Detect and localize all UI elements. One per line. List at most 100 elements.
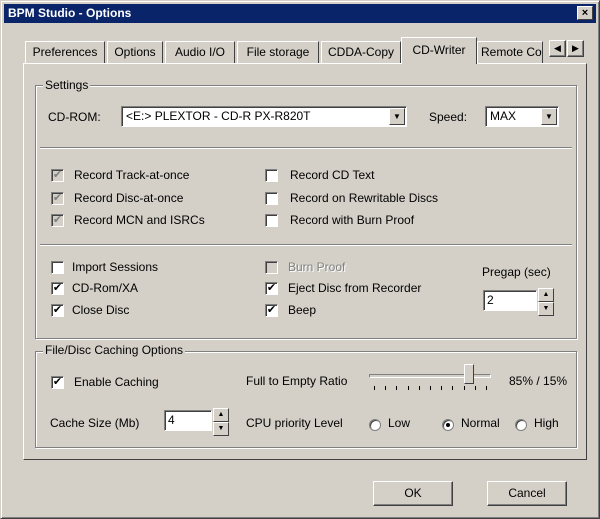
caching-group: [35, 351, 577, 448]
ratio-label: Full to Empty Ratio: [246, 374, 348, 388]
tab-preferences[interactable]: Preferences: [25, 41, 105, 63]
separator: [40, 147, 572, 149]
chevron-down-icon[interactable]: ▼: [541, 108, 557, 125]
record-rewritable-checkbox[interactable]: [265, 192, 278, 205]
burn-proof-checkbox: [265, 261, 278, 274]
enable-caching-checkbox[interactable]: ✔: [51, 376, 64, 389]
record-disc-at-once-label: Record Disc-at-once: [74, 191, 184, 205]
arrow-right-icon: ▶: [572, 43, 579, 53]
cd-writer-panel: Settings CD-ROM: <E:> PLEXTOR - CD-R PX-…: [23, 63, 587, 460]
speed-label: Speed:: [429, 110, 468, 124]
tab-scroll-right-button[interactable]: ▶: [567, 40, 584, 57]
speed-value: MAX: [490, 109, 517, 123]
slider-tick: [441, 386, 442, 390]
spin-down-icon[interactable]: ▼: [538, 302, 554, 316]
check-icon: ✔: [52, 304, 63, 316]
slider-thumb[interactable]: [464, 364, 474, 384]
title-bar: BPM Studio - Options ×: [4, 4, 596, 23]
enable-caching-label: Enable Caching: [74, 375, 159, 389]
settings-group-label: Settings: [43, 78, 91, 92]
slider-tick: [385, 386, 386, 390]
ok-button[interactable]: OK: [373, 481, 453, 506]
check-icon: ✔: [52, 282, 63, 294]
close-button[interactable]: ×: [577, 6, 593, 20]
record-burn-proof-checkbox[interactable]: [265, 214, 278, 227]
tab-scroll-left-button[interactable]: ◀: [549, 40, 566, 57]
slider-tick: [396, 386, 397, 390]
cpu-low-radio[interactable]: [369, 419, 381, 431]
check-icon: ✔: [52, 376, 63, 388]
cpu-high-label: High: [534, 416, 559, 430]
record-track-at-once-checkbox[interactable]: ✔: [51, 169, 64, 182]
options-dialog: BPM Studio - Options × Preferences Optio…: [0, 0, 600, 519]
close-icon: ×: [581, 7, 589, 19]
speed-select[interactable]: MAX ▼: [485, 106, 559, 127]
cpu-normal-label: Normal: [461, 416, 500, 430]
slider-tick: [475, 386, 476, 390]
slider-tick: [374, 386, 375, 390]
tab-file-storage[interactable]: File storage: [237, 41, 319, 63]
cd-rom-xa-checkbox[interactable]: ✔: [51, 282, 64, 295]
tab-label: File storage: [246, 45, 310, 59]
slider-tick: [464, 386, 465, 390]
pregap-spinner[interactable]: ▲ ▼: [538, 288, 554, 316]
slider-tick: [408, 386, 409, 390]
pregap-input[interactable]: 2: [483, 290, 537, 311]
cpu-high-radio[interactable]: [515, 419, 527, 431]
tab-options[interactable]: Options: [107, 41, 163, 63]
cancel-button[interactable]: Cancel: [487, 481, 567, 506]
cdrom-value: <E:> PLEXTOR - CD-R PX-R820T: [126, 109, 311, 123]
tab-label: CD-Writer: [412, 43, 466, 57]
cpu-normal-radio[interactable]: [442, 419, 454, 431]
check-icon: ✔: [266, 282, 277, 294]
eject-disc-checkbox[interactable]: ✔: [265, 282, 278, 295]
record-mcn-isrcs-label: Record MCN and ISRCs: [74, 213, 205, 227]
cache-size-spinner[interactable]: ▲ ▼: [213, 408, 229, 436]
slider-tick: [452, 386, 453, 390]
slider-tick: [419, 386, 420, 390]
tab-label: CDDA-Copy: [327, 45, 394, 59]
cache-size-input[interactable]: 4: [164, 410, 212, 431]
check-icon: ✔: [52, 169, 63, 181]
record-cd-text-label: Record CD Text: [290, 168, 375, 182]
record-disc-at-once-checkbox[interactable]: ✔: [51, 192, 64, 205]
check-icon: ✔: [266, 304, 277, 316]
tab-label: Remote Co: [481, 45, 542, 59]
ratio-value: 85% / 15%: [509, 374, 568, 388]
close-disc-label: Close Disc: [72, 303, 130, 317]
record-burn-proof-label: Record with Burn Proof: [290, 213, 415, 227]
record-rewritable-label: Record on Rewritable Discs: [290, 191, 439, 205]
slider-tick: [430, 386, 431, 390]
chevron-down-icon[interactable]: ▼: [389, 108, 405, 125]
pregap-label: Pregap (sec): [482, 265, 551, 279]
ratio-slider[interactable]: [369, 362, 493, 392]
cdrom-select[interactable]: <E:> PLEXTOR - CD-R PX-R820T ▼: [121, 106, 407, 127]
tab-cd-writer[interactable]: CD-Writer: [401, 37, 477, 64]
tab-cdda-copy[interactable]: CDDA-Copy: [321, 41, 401, 63]
cd-rom-xa-label: CD-Rom/XA: [72, 281, 139, 295]
separator: [40, 244, 572, 246]
slider-tick: [486, 386, 487, 390]
spin-up-icon[interactable]: ▲: [213, 408, 229, 422]
window-title: BPM Studio - Options: [8, 6, 132, 20]
cache-size-label: Cache Size (Mb): [50, 416, 140, 430]
tab-audio-io[interactable]: Audio I/O: [165, 41, 235, 63]
beep-label: Beep: [288, 303, 317, 317]
burn-proof-label: Burn Proof: [288, 260, 346, 274]
spin-up-icon[interactable]: ▲: [538, 288, 554, 302]
import-sessions-checkbox[interactable]: [51, 261, 64, 274]
eject-disc-label: Eject Disc from Recorder: [288, 281, 422, 295]
cdrom-label: CD-ROM:: [48, 110, 101, 124]
check-icon: ✔: [52, 214, 63, 226]
caching-group-label: File/Disc Caching Options: [43, 343, 186, 357]
tab-label: Preferences: [32, 45, 98, 59]
beep-checkbox[interactable]: ✔: [265, 304, 278, 317]
spin-down-icon[interactable]: ▼: [213, 422, 229, 436]
record-mcn-isrcs-checkbox[interactable]: ✔: [51, 214, 64, 227]
import-sessions-label: Import Sessions: [72, 260, 159, 274]
tab-label: Options: [114, 45, 156, 59]
close-disc-checkbox[interactable]: ✔: [51, 304, 64, 317]
tab-remote-control[interactable]: Remote Co: [477, 41, 543, 63]
record-cd-text-checkbox[interactable]: [265, 169, 278, 182]
record-track-at-once-label: Record Track-at-once: [74, 168, 190, 182]
